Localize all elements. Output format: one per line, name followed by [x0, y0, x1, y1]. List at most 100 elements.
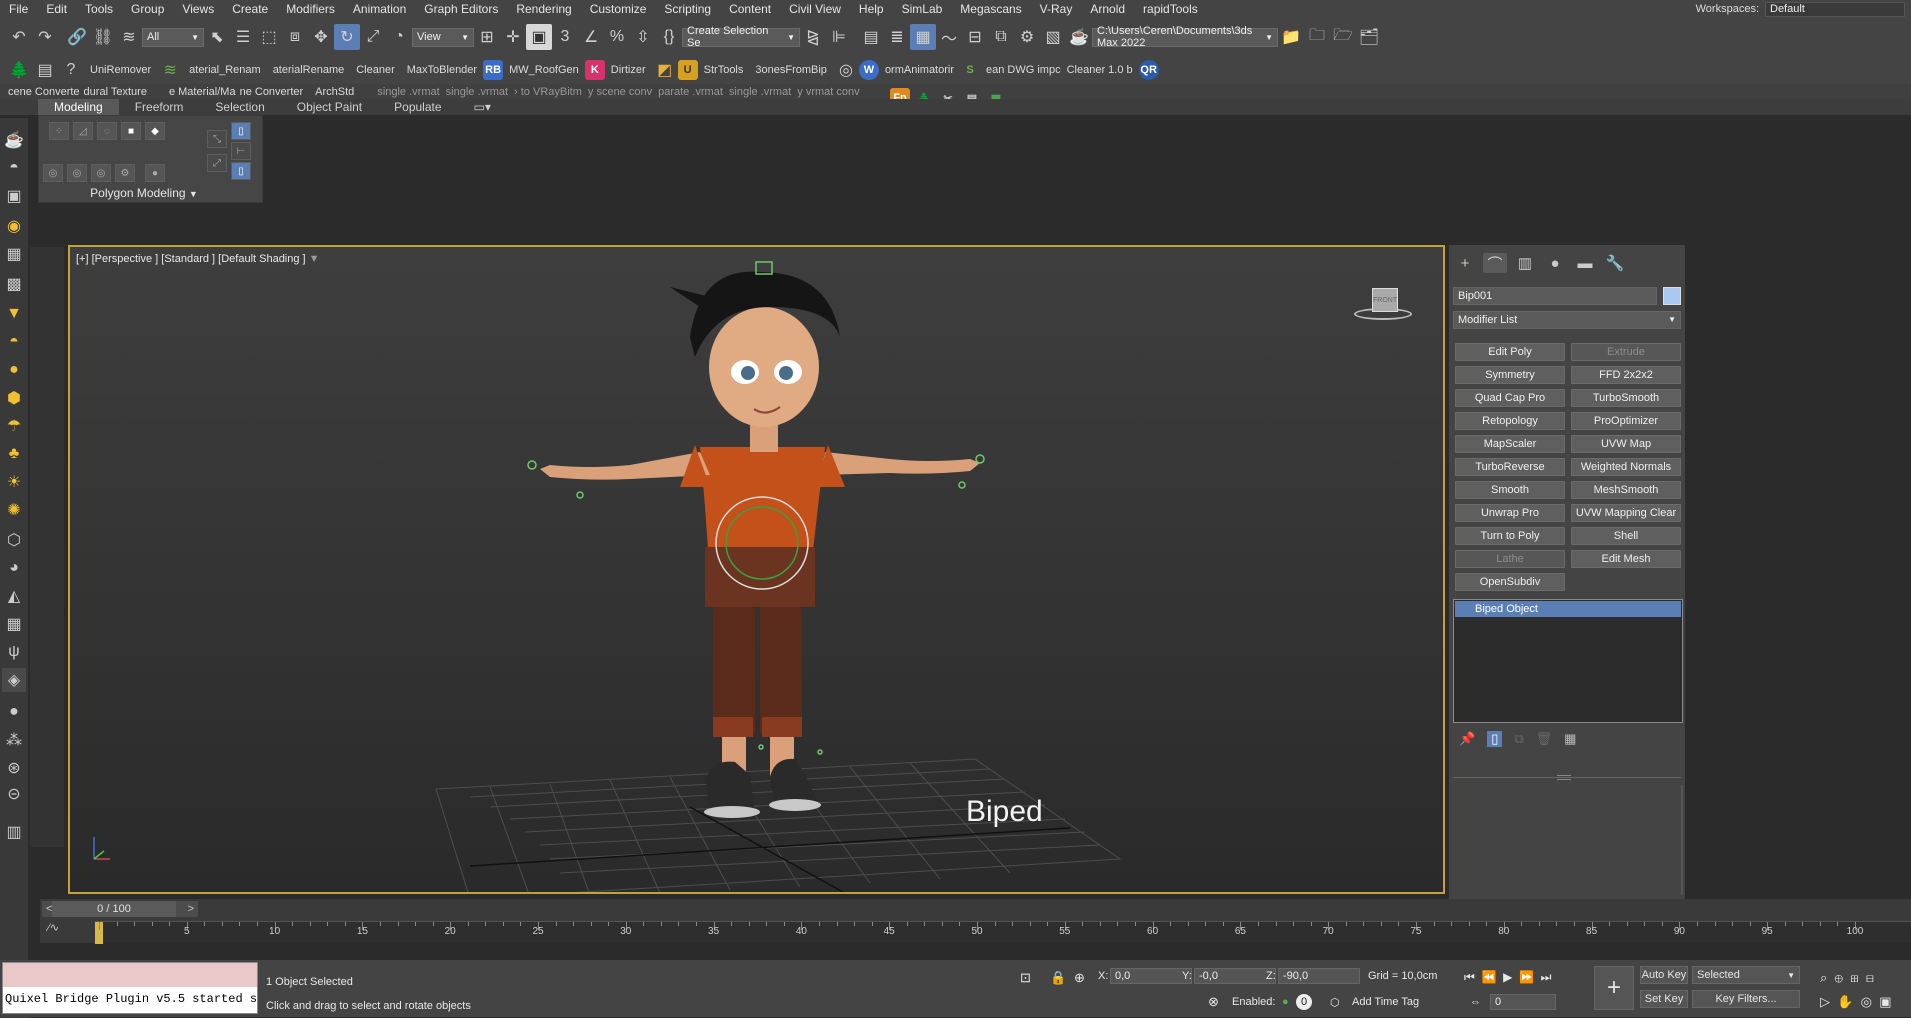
polygon-icon[interactable]: ■ [121, 122, 141, 140]
modifier-button-turbosmooth[interactable]: TurboSmooth [1571, 389, 1681, 407]
plugin-separate-vrmat[interactable]: parate .vrmat [655, 86, 726, 98]
ring-icon[interactable]: ◎ [91, 164, 111, 182]
dwg-cleaner-icon[interactable]: S [960, 60, 980, 80]
modifier-button-turboreverse[interactable]: TurboReverse [1455, 458, 1565, 476]
maxscript-listener[interactable]: Quixel Bridge Plugin v5.5 started s [2, 962, 258, 1014]
angle-snap-icon[interactable]: ∠ [578, 24, 604, 50]
next-frame-icon[interactable]: ⏩ [1519, 970, 1534, 984]
redo-icon[interactable]: ↷ [32, 24, 58, 50]
menu-civil-view[interactable]: Civil View [780, 0, 850, 18]
qr-icon[interactable]: QR [1138, 60, 1159, 80]
stack-item-biped-object[interactable]: Biped Object [1455, 601, 1681, 617]
material-rename-icon[interactable]: ≋ [157, 57, 183, 83]
modifier-button-symmetry[interactable]: Symmetry [1455, 366, 1565, 384]
select-rotate-icon[interactable]: ↻ [334, 24, 360, 50]
umbrella-light-icon[interactable]: ☂ [2, 414, 26, 438]
preview-selection-icon[interactable]: ● [145, 164, 165, 182]
border-icon[interactable]: ◌ [97, 122, 117, 140]
configure-modifier-sets-icon[interactable]: ▦ [1564, 731, 1576, 747]
add-time-tag[interactable]: Add Time Tag [1352, 996, 1419, 1008]
mesh-clipper-icon[interactable]: ◭ [2, 584, 26, 608]
menu-edit[interactable]: Edit [37, 0, 76, 18]
select-object-icon[interactable]: ⬉ [204, 24, 230, 50]
sphere-wire-icon[interactable]: ◓ [2, 156, 26, 180]
tab-modeling[interactable]: Modeling [38, 99, 119, 115]
box-icon[interactable]: ▣ [2, 184, 26, 208]
select-manipulate-icon[interactable]: ✛ [500, 24, 526, 50]
menu-group[interactable]: Group [122, 0, 173, 18]
menu-help[interactable]: Help [850, 0, 893, 18]
plugin-mw-roofgen[interactable]: MW_RoofGen [503, 64, 585, 76]
current-frame-field[interactable]: 0 [1490, 994, 1556, 1010]
y-coordinate-field[interactable]: -0,0 [1194, 968, 1276, 984]
zoom-all-icon[interactable]: ⊕ [1835, 970, 1843, 985]
maxscript-output[interactable]: Quixel Bridge Plugin v5.5 started s [3, 987, 257, 1013]
ribbon-panel-label[interactable]: Polygon Modeling ▼ [39, 186, 249, 200]
help-icon[interactable]: ? [58, 57, 84, 83]
plugin-uniremover[interactable]: UniRemover [84, 64, 157, 76]
schematic-view-icon[interactable]: ⊟ [962, 24, 988, 50]
go-to-start-icon[interactable]: ⏮ [1464, 970, 1475, 984]
menu-animation[interactable]: Animation [344, 0, 415, 18]
menu-content[interactable]: Content [720, 0, 780, 18]
teapot-icon[interactable]: ☕ [2, 128, 26, 152]
plugin-bonesfrombip[interactable]: 3onesFromBip [749, 64, 833, 76]
project-folder-dropdown[interactable]: C:\Users\Ceren\Documents\3ds Max 2022 ▼ [1092, 25, 1278, 49]
select-move-icon[interactable]: ✥ [308, 24, 334, 50]
viewcube-face[interactable]: FRONT [1372, 288, 1398, 312]
x-coordinate-field[interactable]: 0,0 [1110, 968, 1192, 984]
geosphere-light-icon[interactable]: ⬢ [2, 386, 26, 410]
modifier-button-lathe[interactable]: Lathe [1455, 550, 1565, 568]
z-coordinate-field[interactable]: -90,0 [1278, 968, 1360, 984]
swirl-plugin-icon[interactable]: ◎ [833, 57, 859, 83]
remove-modifier-icon[interactable]: 🗑 [1536, 731, 1553, 747]
material-editor-icon[interactable]: ⧉ [988, 24, 1014, 50]
dirtizer-icon[interactable]: K [584, 60, 605, 80]
spot-light-icon[interactable]: ▼ [2, 302, 26, 326]
adaptive-degradation-icon[interactable]: ⊗ [1208, 994, 1219, 1010]
enabled-value[interactable]: 0 [1296, 994, 1312, 1010]
animator-icon[interactable]: W [858, 60, 879, 80]
modifier-list-dropdown[interactable]: Modifier List ▼ [1453, 311, 1681, 329]
roofgen-icon[interactable]: RB [483, 60, 504, 80]
resize-handle[interactable] [1557, 775, 1571, 780]
plugin-dirtizer[interactable]: Dirtizer [605, 64, 652, 76]
sun-light-icon[interactable]: ● [2, 358, 26, 382]
pin-stack-icon[interactable]: ⊢ [231, 142, 251, 160]
shrink-icon[interactable]: ◎ [67, 164, 87, 182]
motion-tab-icon[interactable]: ● [1543, 253, 1567, 273]
project-folder-icon[interactable]: 📁 [1278, 24, 1304, 50]
plugin-scene-converter[interactable]: cene Converte [6, 86, 82, 98]
plugin-dwg-import[interactable]: ean DWG impc [980, 64, 1067, 76]
modifier-button-edit-poly[interactable]: Edit Poly [1455, 343, 1565, 361]
plugin-vrmat-2[interactable]: single .vrmat [443, 86, 511, 98]
menu-rendering[interactable]: Rendering [507, 0, 580, 18]
menu-vray[interactable]: V-Ray [1031, 0, 1082, 18]
time-tag-icon[interactable]: ⬡ [1330, 996, 1340, 1009]
menu-arnold[interactable]: Arnold [1081, 0, 1134, 18]
pivot-center-icon[interactable]: ⊞ [474, 24, 500, 50]
ribbon-toggle-icon[interactable]: ▦ [910, 24, 936, 50]
edit-named-selection-icon[interactable]: {} [656, 24, 682, 50]
vertex-icon[interactable]: ⁘ [49, 122, 69, 140]
modifier-button-mapscaler[interactable]: MapScaler [1455, 435, 1565, 453]
plugin-material-rename-1[interactable]: aterial_Renam [183, 64, 267, 76]
ambient-light-icon[interactable]: ✺ [2, 498, 26, 522]
enmesh-icon[interactable]: ◈ [2, 668, 26, 692]
strtools-icon[interactable]: U [677, 60, 698, 80]
modify-tab-icon[interactable]: ⌒ [1483, 253, 1507, 273]
key-mode-icon[interactable]: ⇔ [1470, 996, 1481, 1008]
zoom-icon[interactable]: ⌕ [1820, 970, 1827, 985]
auto-key-button[interactable]: Auto Key [1640, 966, 1688, 984]
modifier-stack[interactable]: Biped Object [1453, 599, 1683, 723]
plugin-cleaner[interactable]: Cleaner [350, 64, 401, 76]
tab-selection[interactable]: Selection [199, 99, 280, 115]
rect-selection-icon[interactable]: ⬚ [256, 24, 282, 50]
object-name-field[interactable]: Bip001 [1453, 287, 1657, 305]
ies-light-icon[interactable]: ♣ [2, 442, 26, 466]
element-icon[interactable]: ◆ [145, 122, 165, 140]
open-explorer-icon[interactable]: 🗀 [1304, 24, 1330, 50]
graphite-modify-icon[interactable]: ⤡ [207, 130, 227, 148]
zoom-extents-icon[interactable]: ⊞ [1850, 970, 1858, 985]
set-key-button[interactable]: Set Key [1640, 990, 1688, 1008]
